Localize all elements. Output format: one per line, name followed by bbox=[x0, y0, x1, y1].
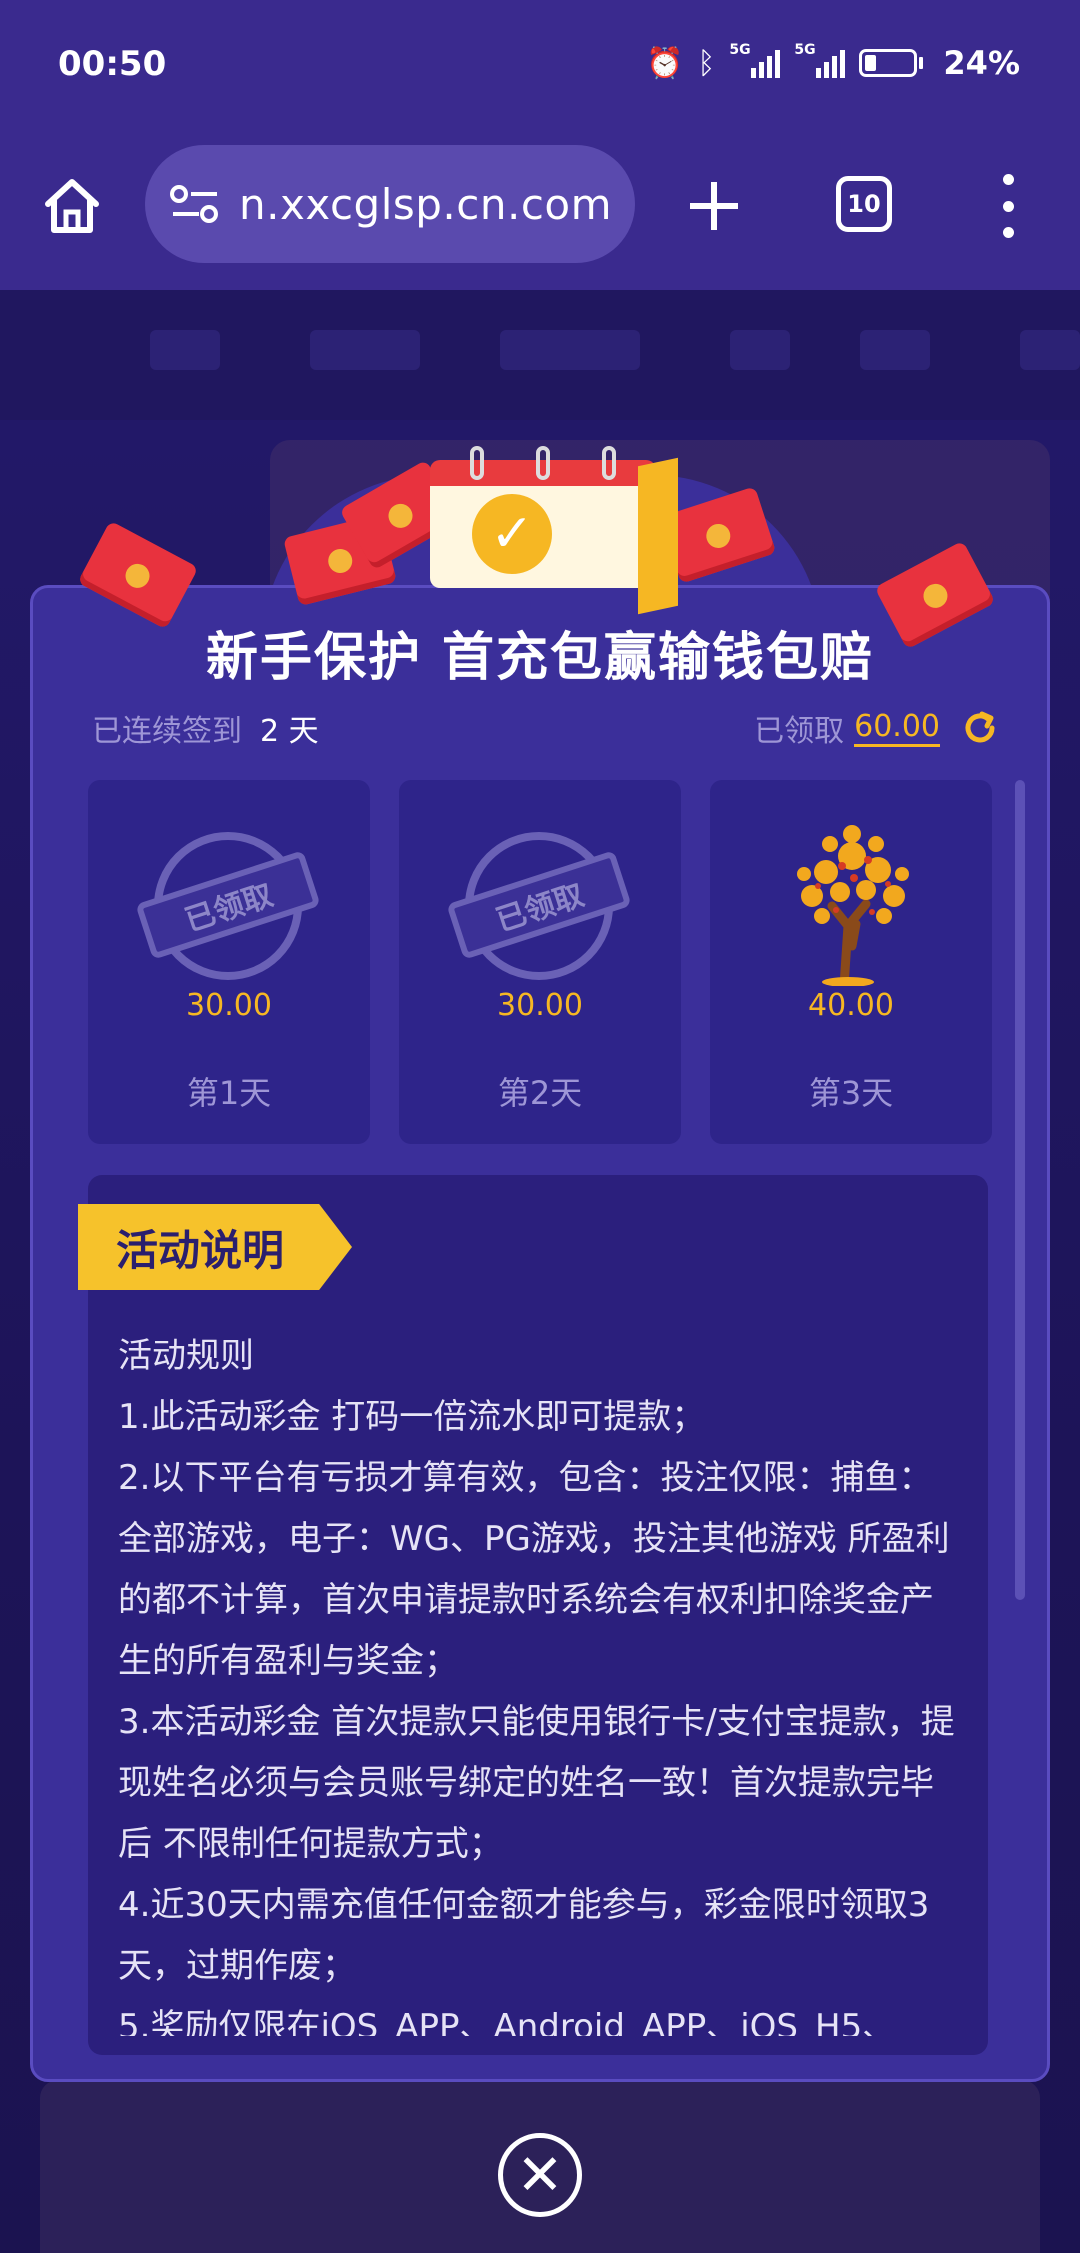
calendar-check-icon: ✓ bbox=[430, 446, 678, 615]
rules-heading: 活动规则 bbox=[118, 1336, 254, 1376]
day-amount: 30.00 bbox=[497, 988, 583, 1023]
tabs-icon[interactable]: 10 bbox=[836, 176, 892, 232]
stamp-label: 已领取 bbox=[446, 850, 632, 960]
day-label: 第2天 bbox=[497, 1074, 583, 1112]
more-vert-icon[interactable] bbox=[996, 174, 1020, 238]
background-nav bbox=[0, 290, 1080, 420]
stamp-label: 已领取 bbox=[135, 850, 321, 960]
day-label: 第1天 bbox=[186, 1074, 272, 1112]
claimed-stamp-icon: 已领取 bbox=[135, 832, 321, 980]
rule-item: 3.本活动彩金 首次提款只能使用银行卡/支付宝提款，提现姓名必须与会员账号绑定的… bbox=[118, 1702, 955, 1864]
home-icon[interactable] bbox=[40, 174, 104, 238]
alarm-icon: ⏰ bbox=[646, 45, 684, 81]
day-label: 第3天 bbox=[808, 1074, 894, 1112]
signal-icon-2: 5G bbox=[794, 42, 846, 78]
claimed-info: 已领取 60.00 bbox=[754, 706, 1000, 750]
close-icon[interactable]: ✕ bbox=[498, 2133, 582, 2217]
network-type-label-2: 5G bbox=[794, 42, 816, 58]
status-bar: 00:50 ⏰ ᛒ 5G 5G 24% bbox=[0, 0, 1080, 130]
activity-rules: 活动规则 1.此活动彩金 打码一倍流水即可提款； 2.以下平台有亏损才算有效，包… bbox=[118, 1326, 958, 2036]
signal-icon: 5G bbox=[729, 42, 781, 78]
browser-toolbar: n.xxcglsp.cn.com 10 bbox=[0, 130, 1080, 290]
modal-scrollbar[interactable] bbox=[1015, 780, 1025, 1600]
streak-value: 2 天 bbox=[260, 714, 319, 749]
modal-title: 新手保护 首充包赢输钱包赔 bbox=[205, 628, 875, 688]
url-text[interactable]: n.xxcglsp.cn.com bbox=[239, 180, 612, 229]
streak-label: 已连续签到 bbox=[92, 714, 242, 749]
bluetooth-icon: ᛒ bbox=[697, 45, 716, 81]
clock: 00:50 bbox=[58, 44, 167, 84]
claimed-label: 已领取 bbox=[754, 714, 845, 749]
tune-icon[interactable] bbox=[169, 184, 221, 224]
day-card-1[interactable]: 已领取 30.00 第1天 bbox=[88, 780, 370, 1144]
money-tree-icon bbox=[797, 825, 909, 986]
plus-icon[interactable] bbox=[686, 178, 742, 234]
claimed-amount: 60.00 bbox=[854, 709, 940, 747]
network-type-label: 5G bbox=[729, 42, 751, 58]
rule-item: 4.近30天内需充值任何金额才能参与，彩金限时领取3天，过期作废； bbox=[118, 1885, 930, 1986]
streak-info: 已连续签到 2 天 bbox=[92, 706, 319, 750]
rule-item: 1.此活动彩金 打码一倍流水即可提款； bbox=[118, 1397, 706, 1437]
day-amount: 40.00 bbox=[808, 988, 894, 1023]
rule-item: 5.奖励仅限在iOS_APP、Android_APP、iOS_H5、 bbox=[118, 2007, 897, 2036]
day-amount: 30.00 bbox=[186, 988, 272, 1023]
day-card-3[interactable]: 40.00 第3天 bbox=[710, 780, 992, 1144]
tab-count: 10 bbox=[847, 190, 881, 218]
system-icons: ⏰ ᛒ 5G 5G 24% bbox=[646, 42, 1020, 82]
refresh-icon[interactable] bbox=[960, 708, 1000, 748]
claimed-stamp-icon: 已领取 bbox=[446, 832, 632, 980]
day-card-2[interactable]: 已领取 30.00 第2天 bbox=[399, 780, 681, 1144]
address-bar[interactable]: n.xxcglsp.cn.com bbox=[145, 145, 635, 263]
activity-description-tag: 活动说明 bbox=[78, 1204, 352, 1290]
rule-item: 2.以下平台有亏损才算有效，包含：投注仅限：捕鱼：全部游戏，电子：WG、PG游戏… bbox=[118, 1458, 950, 1681]
battery-percent: 24% bbox=[943, 44, 1020, 82]
battery-icon bbox=[859, 49, 924, 77]
